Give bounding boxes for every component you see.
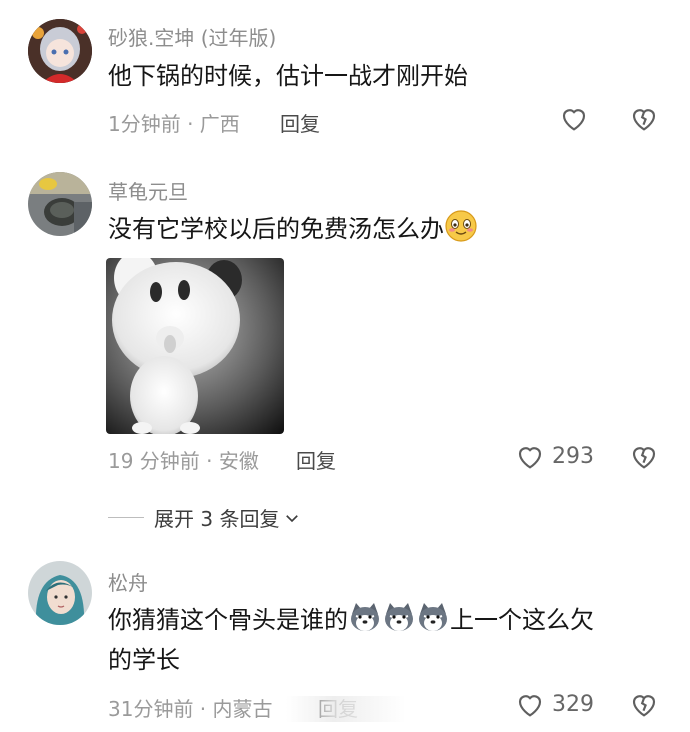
hamster-photo	[106, 258, 284, 434]
husky-emoji	[351, 603, 379, 631]
reply-button[interactable]: 回复	[296, 445, 336, 474]
avatar[interactable]	[28, 19, 92, 83]
like-count: 329	[552, 691, 594, 717]
comment-2: 草龟元旦 没有它学校以后的免费汤怎么办 19 分钟前 · 安徽 回复 293	[0, 150, 690, 500]
dislike-button[interactable]	[628, 688, 660, 720]
like-button[interactable]: 329	[514, 688, 594, 720]
dislike-button[interactable]	[628, 102, 660, 134]
avatar[interactable]	[28, 561, 92, 625]
anime-avatar-image	[28, 19, 92, 83]
comment-text: 他下锅的时候，估计一战才刚开始	[108, 62, 468, 90]
girl-avatar-image	[28, 561, 92, 625]
username[interactable]: 砂狼.空坤 (过年版)	[108, 22, 276, 51]
like-button[interactable]: 293	[514, 440, 594, 472]
like-count: 293	[552, 443, 594, 469]
time-location: 19 分钟前 · 安徽	[108, 449, 259, 473]
broken-heart-icon	[632, 447, 656, 469]
comment-text: 你猜猜这个骨头是谁的 上一个这么欠 的学长	[108, 600, 650, 680]
expand-replies-label: 展开 3 条回复	[154, 507, 280, 531]
husky-emoji	[419, 603, 447, 631]
comment-text-line2: 的学长	[108, 646, 180, 674]
comment-3: 松舟 你猜猜这个骨头是谁的上一个这么欠 的学长 31分钟前 · 内蒙古 回复 3…	[0, 550, 690, 732]
comment-text-line1-tail: 上一个这么欠	[450, 606, 594, 634]
comment-text-line1: 你猜猜这个骨头是谁的	[108, 606, 348, 634]
broken-heart-icon	[632, 109, 656, 131]
username[interactable]: 草龟元旦	[108, 176, 188, 205]
turtle-avatar-image	[28, 172, 92, 236]
heart-outline-icon	[518, 447, 542, 469]
expand-replies-button[interactable]: 展开 3 条回复	[108, 503, 301, 532]
hamster-image[interactable]	[106, 258, 284, 434]
username[interactable]: 松舟	[108, 567, 148, 596]
time-location: 31分钟前 · 内蒙古	[108, 697, 273, 721]
heart-outline-icon	[518, 695, 542, 717]
husky-emoji	[385, 603, 413, 631]
watermark-overlay	[286, 696, 406, 722]
husky-emoji-group	[348, 603, 450, 634]
time-location: 1分钟前 · 广西	[108, 112, 240, 136]
comment-text-content: 没有它学校以后的免费汤怎么办	[108, 215, 444, 243]
reply-button[interactable]: 回复	[280, 108, 320, 137]
avatar[interactable]	[28, 172, 92, 236]
chevron-down-icon	[286, 514, 299, 522]
comment-text: 没有它学校以后的免费汤怎么办	[108, 209, 650, 249]
blushing-smile-emoji	[445, 210, 477, 242]
broken-heart-icon	[632, 695, 656, 717]
comment-1: 砂狼.空坤 (过年版) 他下锅的时候，估计一战才刚开始 1分钟前 · 广西 回复	[0, 0, 690, 150]
like-button[interactable]	[558, 102, 590, 134]
divider	[108, 517, 144, 518]
heart-outline-icon	[562, 109, 586, 131]
dislike-button[interactable]	[628, 440, 660, 472]
